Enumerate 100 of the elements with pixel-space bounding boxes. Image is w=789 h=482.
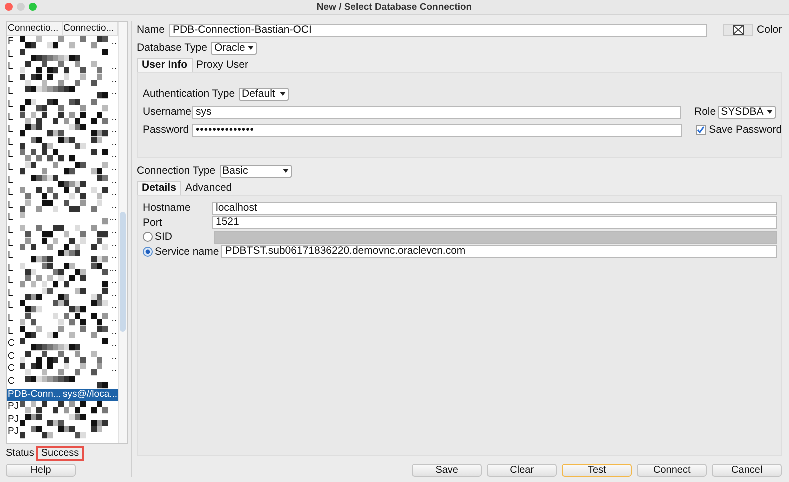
connection-row[interactable]: L .. (7, 149, 118, 162)
authentication-type-dropdown[interactable]: Default (239, 88, 290, 100)
connection-name: L (7, 212, 14, 225)
connection-name: L (7, 288, 14, 300)
connection-row[interactable]: L .. (7, 174, 118, 188)
connection-row[interactable]: L (7, 98, 118, 112)
dialog-button[interactable]: Test (562, 464, 632, 477)
connection-row[interactable]: PJ (7, 426, 118, 439)
tab[interactable]: Advanced (181, 182, 236, 195)
connection-info: .. (112, 275, 118, 288)
connection-name: L (7, 326, 14, 338)
window-title: New / Select Database Connection (316, 2, 472, 12)
connection-row[interactable]: L .. (7, 313, 118, 326)
connection-info: sys@//loca... (63, 388, 118, 402)
connection-row[interactable]: L .. (7, 238, 118, 250)
column-header[interactable]: Connectio... (7, 22, 62, 35)
connection-name: L (7, 162, 14, 175)
name-field[interactable]: PDB-Connection-Bastian-OCI (169, 24, 708, 36)
connection-row[interactable]: L .. (7, 250, 118, 263)
connection-row[interactable]: L .. (7, 86, 118, 99)
connection-row[interactable]: C .. (7, 350, 118, 364)
connection-row[interactable]: L .. (7, 288, 118, 300)
connection-info: .. (112, 350, 118, 364)
connection-info: .. (112, 338, 118, 351)
connection-row[interactable]: L ... (7, 262, 118, 276)
connection-row[interactable]: L .. (7, 74, 118, 86)
name-label: Name (137, 24, 166, 36)
input-field[interactable]: PDBTST.sub06171836220.demovnc.oraclevcn.com (221, 245, 778, 258)
database-type-dropdown[interactable]: Oracle (211, 42, 258, 54)
connection-row[interactable]: L .. (7, 275, 118, 288)
input-field[interactable]: 1521 (212, 216, 778, 230)
connection-info: .. (112, 162, 118, 175)
connection-row[interactable]: F .. (7, 36, 118, 49)
connection-name: L (7, 262, 14, 276)
status-label: Status (6, 448, 34, 458)
dialog-button[interactable]: Connect (637, 464, 708, 477)
username-field[interactable]: sys (192, 106, 680, 118)
help-button[interactable]: Help (6, 464, 76, 477)
connection-row[interactable]: L .. (7, 112, 118, 124)
connection-info: .. (112, 174, 118, 188)
status-value: Success (38, 448, 82, 458)
input-field[interactable]: localhost (212, 202, 778, 215)
field-label: Hostname (143, 202, 192, 214)
connection-name: L (7, 136, 14, 150)
tab[interactable]: User Info (137, 58, 193, 72)
radio-label: Service name (155, 246, 220, 258)
role-dropdown[interactable]: SYSDBA (718, 106, 776, 118)
connection-name: L (7, 238, 14, 250)
connection-info: .. (112, 136, 118, 150)
connection-info: .. (112, 112, 118, 124)
connection-row[interactable]: L .. (7, 124, 118, 137)
connection-info: .. (112, 187, 118, 200)
connection-name: PDB-Conn... (7, 388, 62, 402)
password-field[interactable]: •••••••••••••• (192, 124, 682, 136)
connection-row[interactable]: C .. (7, 338, 118, 351)
connection-info: ... (109, 262, 118, 276)
connection-row[interactable]: L .. (7, 224, 118, 238)
connection-row[interactable]: L ... (7, 212, 118, 225)
tab[interactable]: Details (137, 181, 182, 195)
color-label: Color (757, 24, 782, 36)
connection-info: .. (112, 36, 118, 49)
connection-name: L (7, 61, 14, 74)
connection-name: L (7, 149, 14, 162)
dialog-button[interactable]: Save (412, 464, 482, 477)
connection-info: .. (112, 363, 118, 376)
connection-row[interactable]: PJ (7, 414, 118, 426)
connection-name: L (7, 224, 14, 238)
connection-name: C (7, 350, 15, 364)
connection-info: .. (112, 238, 118, 250)
connection-info: .. (112, 200, 118, 212)
connection-row[interactable]: PJ (7, 401, 118, 414)
connection-row[interactable]: L .. (7, 61, 118, 74)
connection-row[interactable]: L .. (7, 162, 118, 175)
connection-row[interactable]: L .. (7, 200, 118, 212)
connection-row[interactable]: C (7, 376, 118, 389)
connection-row[interactable]: C .. (7, 363, 118, 376)
tab[interactable]: Proxy User (192, 59, 252, 72)
connection-info: .. (112, 61, 118, 74)
database-type-label: Database Type (137, 42, 208, 54)
connection-info: ... (109, 212, 118, 225)
connection-row[interactable]: L .. (7, 136, 118, 150)
connection-row[interactable]: PDB-Conn... sys@//loca... (7, 388, 118, 402)
connection-info: .. (112, 224, 118, 238)
connection-name: L (7, 313, 14, 326)
connection-name: L (7, 300, 14, 314)
dialog-button[interactable]: Cancel (712, 464, 782, 477)
connection-name: C (7, 363, 15, 376)
connection-name: L (7, 98, 14, 112)
connection-name: L (7, 200, 14, 212)
connection-name: L (7, 48, 14, 62)
connection-name: PJ (7, 414, 20, 426)
connection-name: C (7, 376, 15, 389)
connection-name: PJ (7, 426, 20, 439)
connection-type-label: Connection Type (137, 165, 216, 177)
dialog-button[interactable]: Clear (487, 464, 558, 477)
connection-row[interactable]: L .. (7, 300, 118, 314)
connection-type-dropdown[interactable]: Basic (220, 164, 292, 178)
connection-row[interactable]: L .. (7, 326, 118, 338)
connection-row[interactable]: L .. (7, 187, 118, 200)
connection-row[interactable]: L (7, 48, 118, 62)
